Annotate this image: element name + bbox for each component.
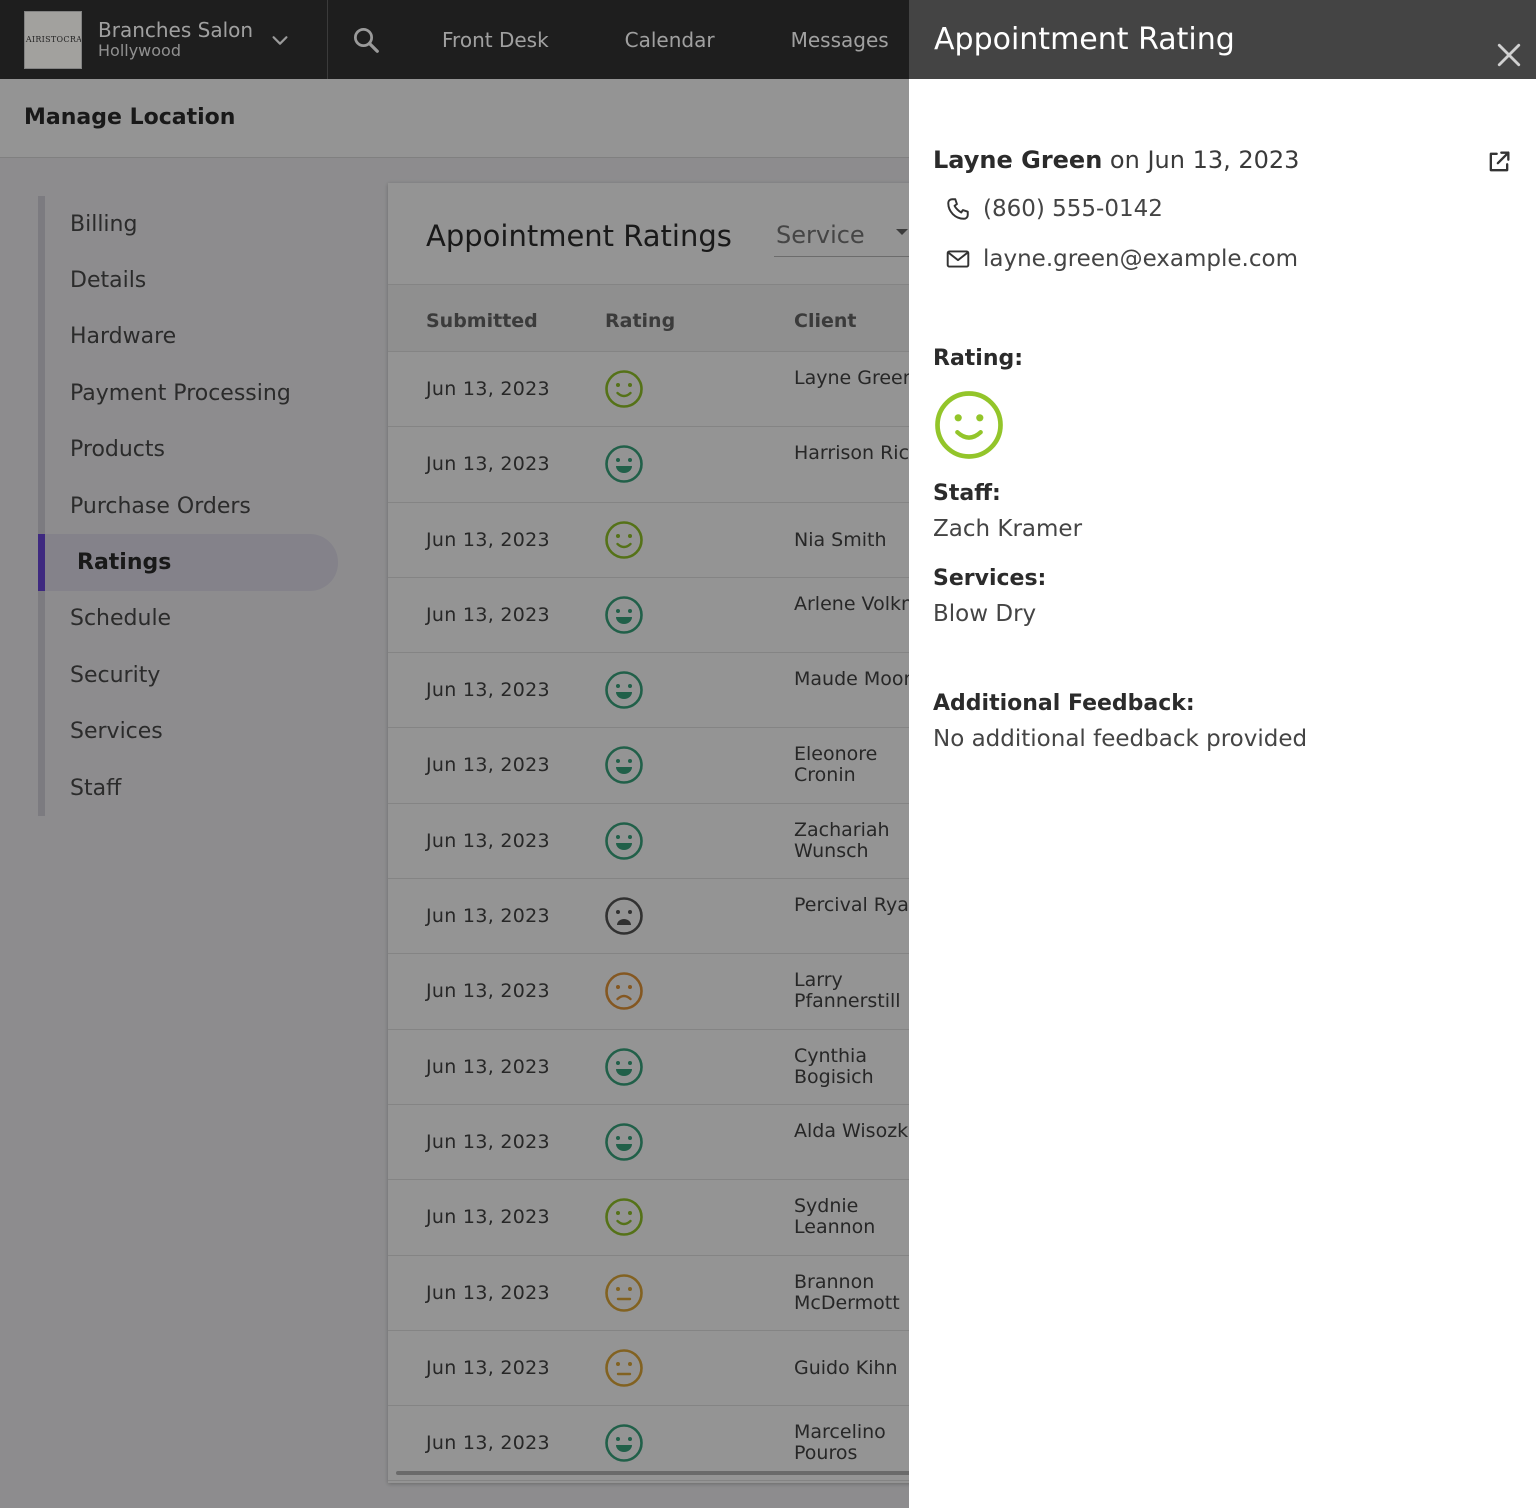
staff-name: Zach Kramer xyxy=(933,516,1083,542)
client-name[interactable]: Layne Green xyxy=(933,146,1102,174)
services-label: Services: xyxy=(933,566,1047,591)
client-summary: Layne Green on Jun 13, 2023 xyxy=(933,146,1513,174)
client-phone[interactable]: (860) 555-0142 xyxy=(983,196,1163,222)
rating-label: Rating: xyxy=(933,346,1024,371)
drawer-body: Layne Green on Jun 13, 2023 (860) 555-01… xyxy=(933,146,1513,752)
smile-face-icon xyxy=(935,391,1003,459)
rating-face-icon xyxy=(933,389,1005,461)
appointment-rating-drawer: Appointment Rating Layne Green on Jun 13… xyxy=(909,0,1536,1508)
modal-backdrop[interactable] xyxy=(0,79,909,1508)
backdrop-top xyxy=(0,0,909,79)
client-email-row: layne.green@example.com xyxy=(945,246,1513,272)
client-email[interactable]: layne.green@example.com xyxy=(983,246,1298,272)
feedback-value: No additional feedback provided xyxy=(933,726,1308,752)
staff-label: Staff: xyxy=(933,481,1001,506)
external-link-icon[interactable] xyxy=(1485,148,1513,176)
phone-icon xyxy=(947,198,969,220)
services-value: Blow Dry xyxy=(933,601,1037,627)
client-phone-row: (860) 555-0142 xyxy=(945,196,1513,222)
feedback-label: Additional Feedback: xyxy=(933,691,1195,716)
rating-date: on Jun 13, 2023 xyxy=(1102,146,1300,174)
close-icon[interactable] xyxy=(1496,42,1522,68)
mail-icon xyxy=(946,250,970,268)
drawer-title: Appointment Rating xyxy=(934,22,1235,57)
drawer-header: Appointment Rating xyxy=(909,0,1536,79)
